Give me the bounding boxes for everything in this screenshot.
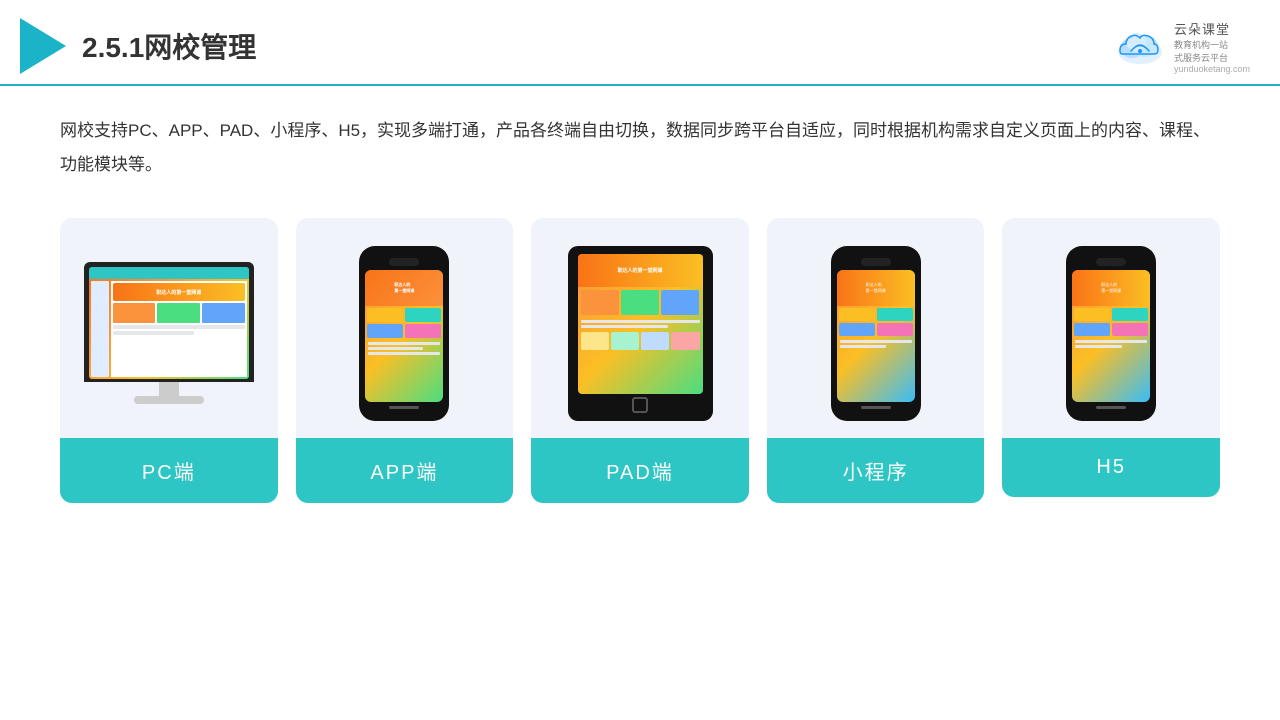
pc-card: 职达人的第一堂网课 bbox=[60, 218, 278, 503]
app-label: APP端 bbox=[296, 438, 514, 503]
brand-name: 云朵课堂 bbox=[1174, 19, 1250, 38]
pc-label: PC端 bbox=[60, 438, 278, 503]
pc-monitor-icon: 职达人的第一堂网课 bbox=[84, 262, 254, 404]
header-left: 2.5.1网校管理 bbox=[20, 18, 256, 74]
pc-image-area: 职达人的第一堂网课 bbox=[60, 218, 278, 438]
pad-label: PAD端 bbox=[531, 438, 749, 503]
mini-image-area: 职达人的第一堂网课 bbox=[767, 218, 985, 438]
main-content: 网校支持PC、APP、PAD、小程序、H5，实现多端打通，产品各终端自由切换，数… bbox=[0, 86, 1280, 523]
h5-image-area: 职达人的第一堂网课 bbox=[1002, 218, 1220, 438]
app-card: 职达人的第一堂网课 APP端 bbox=[296, 218, 514, 503]
header-right: 云朵课堂 教育机构一站式服务云平台 yunduoketang.com bbox=[1114, 19, 1250, 74]
brand-url: yunduoketang.com bbox=[1174, 64, 1250, 74]
mini-label: 小程序 bbox=[767, 438, 985, 503]
page-title: 2.5.1网校管理 bbox=[82, 26, 256, 66]
pad-image-area: 职达人的第一堂网课 bbox=[531, 218, 749, 438]
h5-phone-icon: 职达人的第一堂网课 bbox=[1066, 246, 1156, 421]
app-image-area: 职达人的第一堂网课 bbox=[296, 218, 514, 438]
app-phone-icon: 职达人的第一堂网课 bbox=[359, 246, 449, 421]
mini-phone-icon: 职达人的第一堂网课 bbox=[831, 246, 921, 421]
h5-card: 职达人的第一堂网课 H5 bbox=[1002, 218, 1220, 497]
brand-slogan: 教育机构一站式服务云平台 bbox=[1174, 38, 1250, 64]
header: 2.5.1网校管理 云朵课堂 教育机构一站式服务云平台 yunduoketang… bbox=[0, 0, 1280, 86]
cloud-icon bbox=[1114, 26, 1166, 64]
brand-text: 云朵课堂 教育机构一站式服务云平台 yunduoketang.com bbox=[1174, 19, 1250, 74]
pad-card: 职达人的第一堂网课 bbox=[531, 218, 749, 503]
description-text: 网校支持PC、APP、PAD、小程序、H5，实现多端打通，产品各终端自由切换，数… bbox=[60, 114, 1220, 182]
mini-card: 职达人的第一堂网课 小程序 bbox=[767, 218, 985, 503]
pad-tablet-icon: 职达人的第一堂网课 bbox=[568, 246, 713, 421]
logo-triangle-icon bbox=[20, 18, 66, 74]
h5-label: H5 bbox=[1002, 438, 1220, 497]
cards-container: 职达人的第一堂网课 bbox=[60, 218, 1220, 503]
